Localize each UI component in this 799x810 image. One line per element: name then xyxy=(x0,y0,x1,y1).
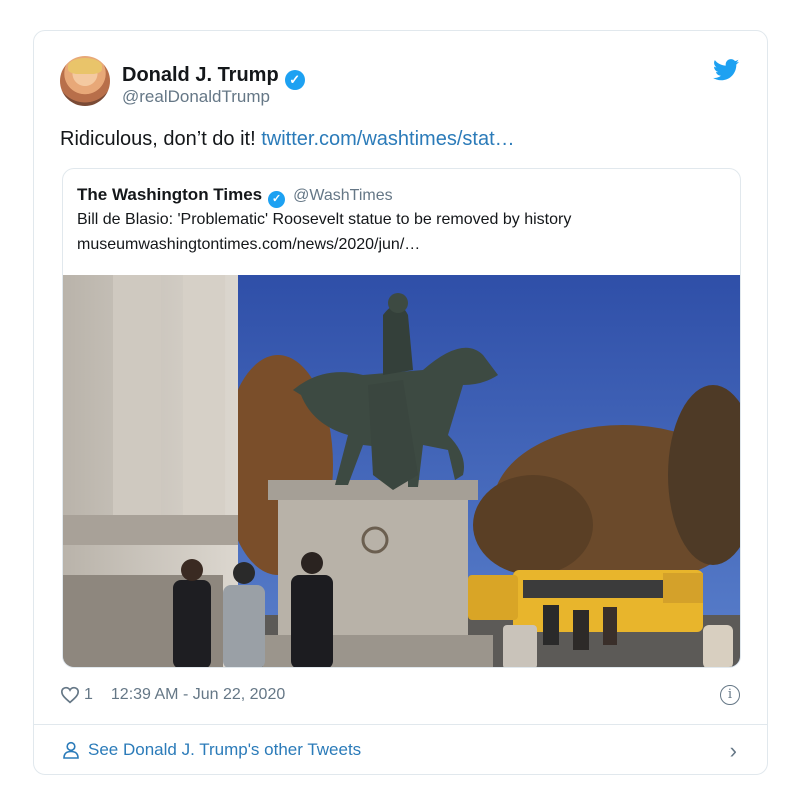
quoted-author-handle[interactable]: @WashTimes xyxy=(293,187,393,204)
tweet-timestamp[interactable]: 12:39 AM - Jun 22, 2020 xyxy=(111,686,285,704)
tweet-text: Ridiculous, don’t do it! twitter.com/was… xyxy=(60,128,515,151)
chevron-right-icon[interactable]: › xyxy=(730,738,737,764)
tweet-link[interactable]: twitter.com/washtimes/stat… xyxy=(261,128,514,150)
like-count[interactable]: 1 xyxy=(84,686,93,704)
verified-icon: ✓ xyxy=(284,70,305,90)
avatar[interactable] xyxy=(60,56,110,106)
heart-icon[interactable] xyxy=(60,686,80,704)
tweet-card: Donald J. Trump ✓ @realDonaldTrump Ridicu… xyxy=(33,30,768,775)
see-other-tweets-link[interactable]: See Donald J. Trump's other Tweets xyxy=(62,740,361,760)
info-icon[interactable]: i xyxy=(720,685,740,705)
person-icon xyxy=(63,741,79,759)
quoted-author-row[interactable]: The Washington Times ✓ @WashTimes xyxy=(77,185,393,208)
quoted-text-line-1: Bill de Blasio: 'Problematic' Roosevelt … xyxy=(77,211,572,228)
tweet-body: Ridiculous, don’t do it! xyxy=(60,128,256,150)
twitter-bird-icon[interactable] xyxy=(713,59,739,81)
tweet-meta: 1 12:39 AM - Jun 22, 2020 xyxy=(60,686,285,704)
author-handle[interactable]: @realDonaldTrump xyxy=(122,87,270,107)
author-name[interactable]: Donald J. Trump xyxy=(122,64,279,86)
quoted-author-name[interactable]: The Washington Times xyxy=(77,185,262,204)
divider xyxy=(34,724,767,725)
quoted-verified-icon: ✓ xyxy=(268,191,286,208)
quoted-photo[interactable] xyxy=(63,275,740,668)
see-other-tweets-label[interactable]: See Donald J. Trump's other Tweets xyxy=(88,740,361,760)
quoted-text-line-2: museumwashingtontimes.com/news/2020/jun/… xyxy=(77,236,421,253)
quoted-tweet[interactable]: The Washington Times ✓ @WashTimes Bill de … xyxy=(62,168,741,668)
